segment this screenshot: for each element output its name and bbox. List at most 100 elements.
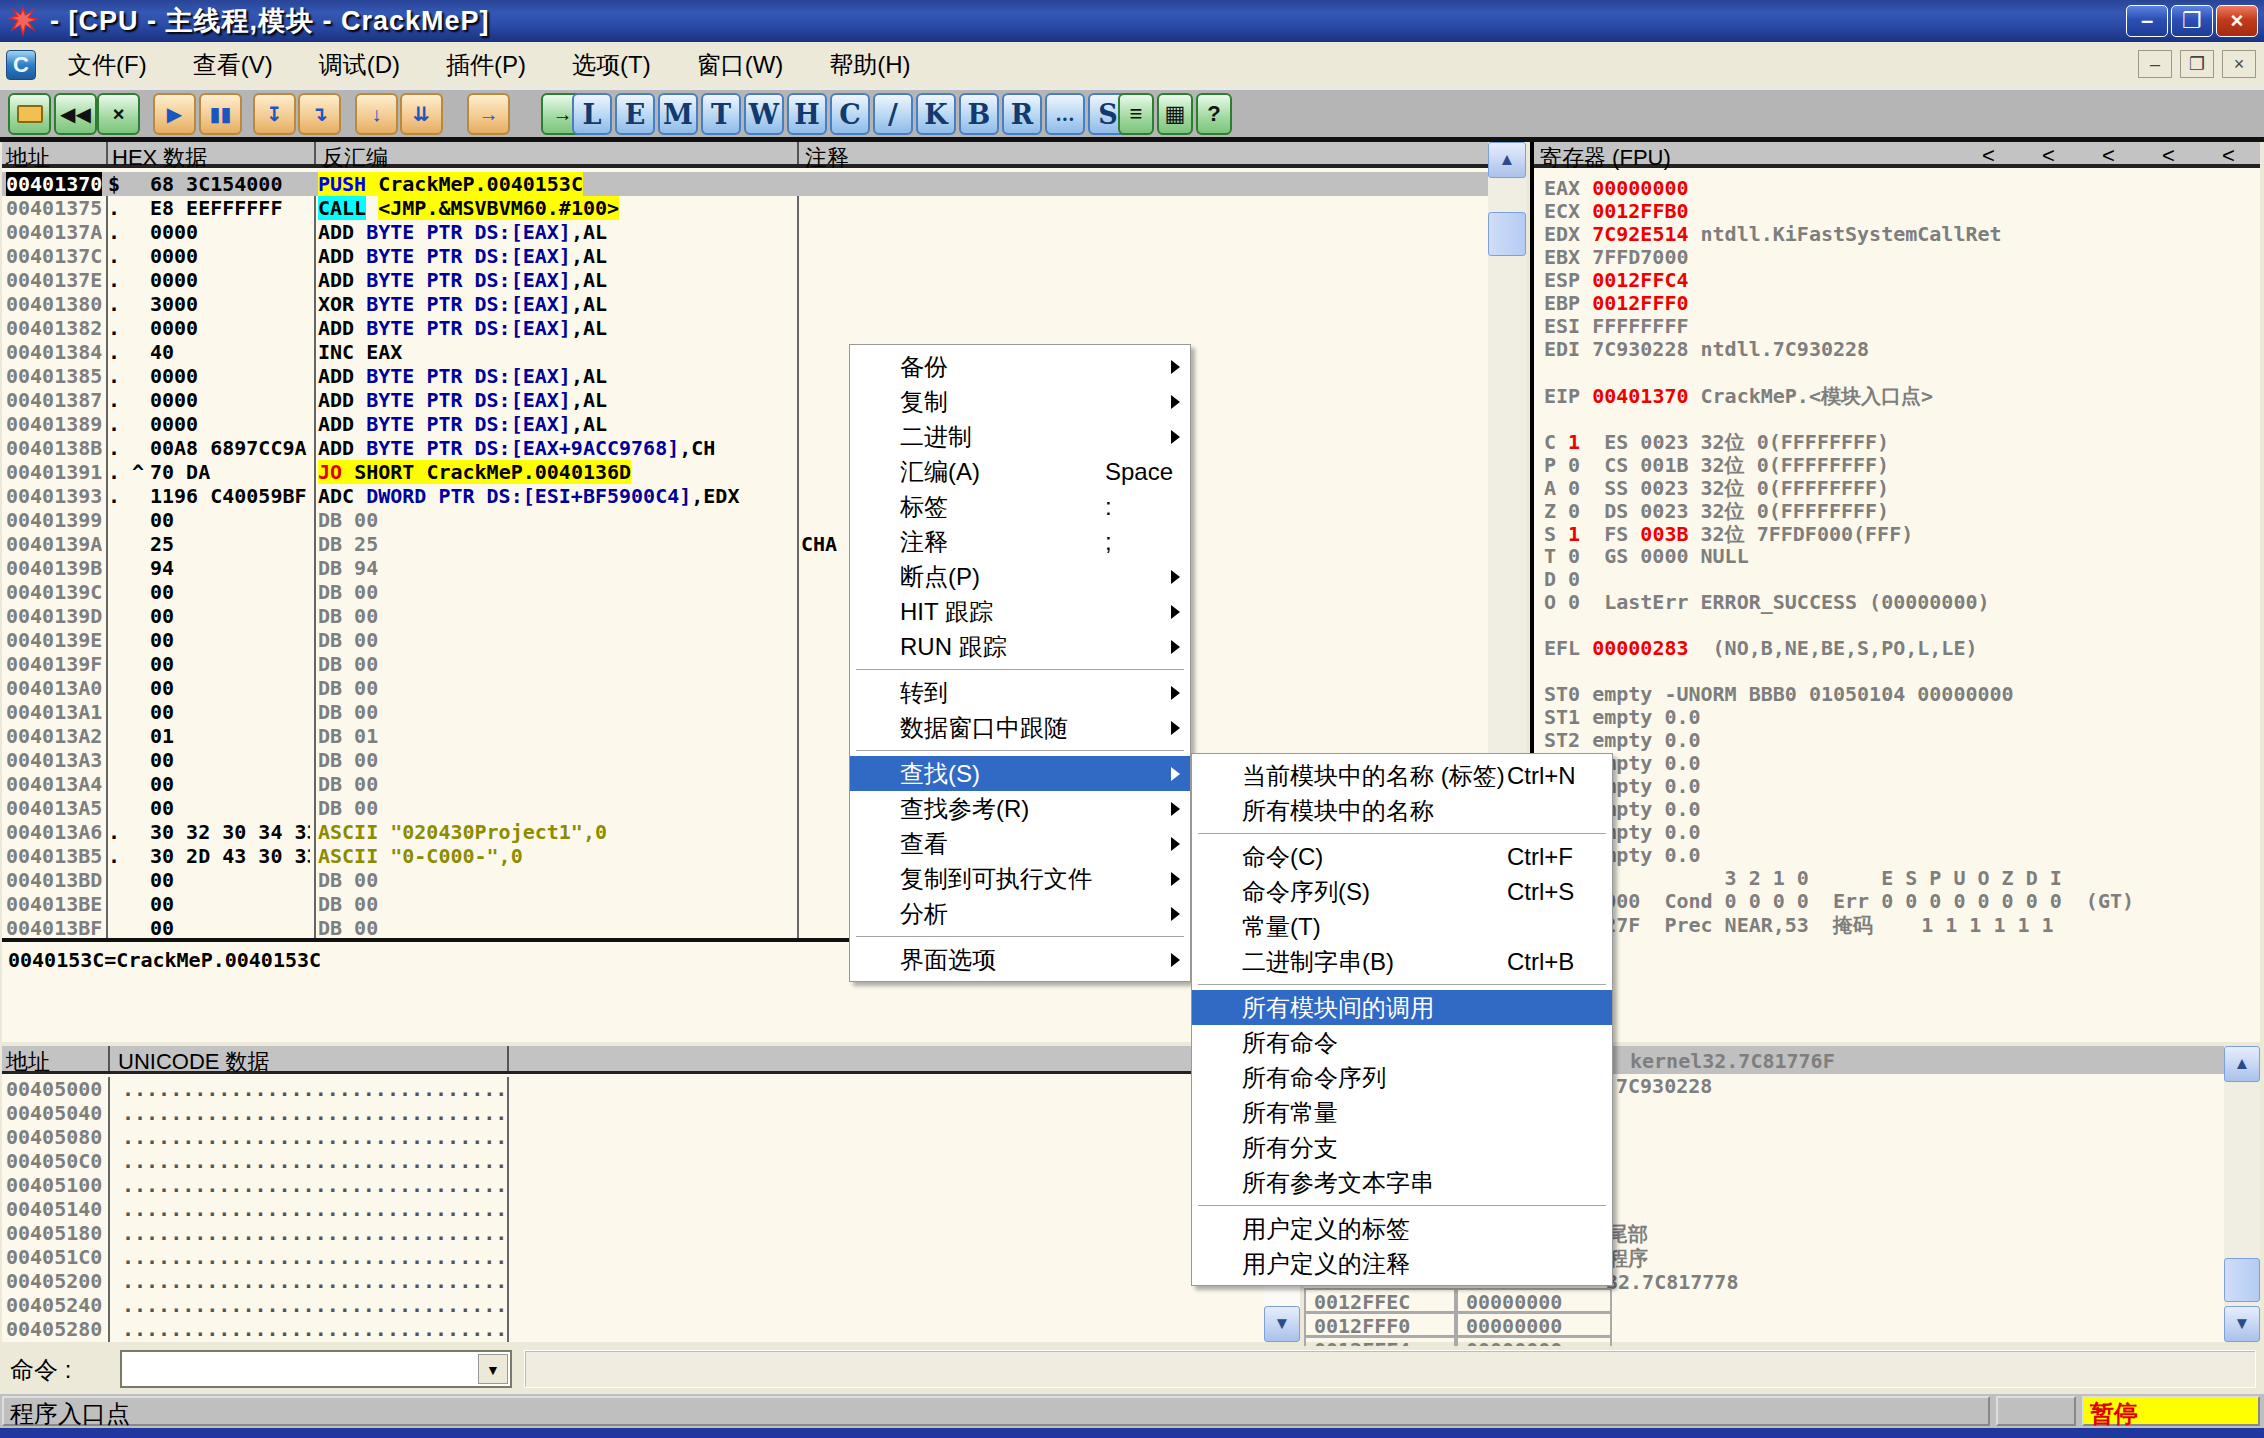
disasm-row[interactable]: 00401389.0000ADD BYTE PTR DS:[EAX],AL (2, 412, 1488, 436)
find-submenu-item-4[interactable]: 命令序列(S)Ctrl+S (1192, 874, 1612, 909)
dump-row[interactable]: 00405240................................ (2, 1293, 1300, 1317)
menu-item-1[interactable]: 查看(V) (179, 49, 287, 81)
toolbar-letter-B[interactable]: B (959, 93, 999, 135)
disasm-row[interactable]: 0040139D00DB 00 (2, 604, 1488, 628)
context-menu-item-3[interactable]: 汇编(A)Space (850, 454, 1190, 489)
find-submenu-item-1[interactable]: 所有模块中的名称 (1192, 793, 1612, 828)
toolbar-letter-M[interactable]: M (658, 93, 698, 135)
dump-row[interactable]: 00405040................................ (2, 1101, 1300, 1125)
collapse-mark[interactable]: < (1982, 143, 1995, 169)
disasm-row[interactable]: 004013A000DB 00 (2, 676, 1488, 700)
maximize-button[interactable]: ❐ (2171, 5, 2213, 37)
context-menu-item-1[interactable]: 复制 (850, 384, 1190, 419)
toolbar-right-1[interactable]: ▦ (1157, 93, 1193, 135)
dump-row[interactable]: 00405000................................ (2, 1077, 1300, 1101)
context-menu-item-13[interactable]: 查找(S) (850, 756, 1190, 791)
menu-item-2[interactable]: 调试(D) (305, 49, 414, 81)
collapse-mark[interactable]: < (2162, 143, 2175, 169)
find-submenu-item-10[interactable]: 所有命令序列 (1192, 1060, 1612, 1095)
find-submenu-item-13[interactable]: 所有参考文本字串 (1192, 1165, 1612, 1200)
menu-item-4[interactable]: 选项(T) (558, 49, 665, 81)
disasm-row[interactable]: 00401380.3000XOR BYTE PTR DS:[EAX],AL (2, 292, 1488, 316)
disasm-row[interactable]: 0040139F00DB 00 (2, 652, 1488, 676)
collapse-mark[interactable]: < (2042, 143, 2055, 169)
find-submenu-item-15[interactable]: 用户定义的标签 (1192, 1211, 1612, 1246)
find-submenu-item-16[interactable]: 用户定义的注释 (1192, 1246, 1612, 1281)
toolbar-letter-...[interactable]: ... (1045, 93, 1085, 135)
scroll-down-button[interactable]: ▼ (2224, 1306, 2260, 1342)
context-menu-item-17[interactable]: 分析 (850, 896, 1190, 931)
context-menu-item-10[interactable]: 转到 (850, 675, 1190, 710)
disasm-row[interactable]: 0040139900DB 00 (2, 508, 1488, 532)
find-submenu-item-9[interactable]: 所有命令 (1192, 1025, 1612, 1060)
disasm-row[interactable]: 00401393.1196 C40059BFADC DWORD PTR DS:[… (2, 484, 1488, 508)
find-submenu-item-6[interactable]: 二进制字串(B)Ctrl+B (1192, 944, 1612, 979)
find-submenu-item-12[interactable]: 所有分支 (1192, 1130, 1612, 1165)
toolbar-button-2[interactable]: × (97, 93, 140, 135)
mdi-restore-button[interactable]: ❐ (2180, 50, 2214, 78)
dump-row[interactable]: 004050C0................................ (2, 1149, 1300, 1173)
find-submenu-item-3[interactable]: 命令(C)Ctrl+F (1192, 839, 1612, 874)
context-menu-item-14[interactable]: 查找参考(R) (850, 791, 1190, 826)
disasm-row[interactable]: 00401375.E8 EEFFFFFFCALL <JMP.&MSVBVM60.… (2, 196, 1488, 220)
toolbar-letter-H[interactable]: H (787, 93, 827, 135)
toolbar-letter-L[interactable]: L (572, 93, 612, 135)
disasm-row[interactable]: 0040139A25DB 25CHA (2, 532, 1488, 556)
find-submenu-item-11[interactable]: 所有常量 (1192, 1095, 1612, 1130)
toolbar-right-2[interactable]: ? (1196, 93, 1232, 135)
command-dropdown-button[interactable]: ▼ (478, 1354, 508, 1384)
scroll-down-button[interactable]: ▼ (1264, 1306, 1300, 1342)
disasm-row[interactable]: 0040139E00DB 00 (2, 628, 1488, 652)
stack-scrollbar[interactable]: ▲▼ (2224, 1046, 2260, 1342)
dump-row[interactable]: 00405140................................ (2, 1197, 1300, 1221)
disasm-row[interactable]: 004013A100DB 00 (2, 700, 1488, 724)
dump-row[interactable]: 00405180................................ (2, 1221, 1300, 1245)
toolbar-letter-T[interactable]: T (701, 93, 741, 135)
toolbar-letter-E[interactable]: E (615, 93, 655, 135)
dump-row[interactable]: 004051C0................................ (2, 1245, 1300, 1269)
find-submenu-item-0[interactable]: 当前模块中的名称 (标签)Ctrl+N (1192, 758, 1612, 793)
dump-row[interactable]: 00405080................................ (2, 1125, 1300, 1149)
scroll-up-button[interactable]: ▲ (1488, 142, 1526, 178)
toolbar-letter-K[interactable]: K (916, 93, 956, 135)
toolbar-button-5[interactable]: ↧ (253, 93, 296, 135)
find-submenu-item-5[interactable]: 常量(T) (1192, 909, 1612, 944)
disasm-row[interactable]: 0040138B.00A8 6897CC9AADD BYTE PTR DS:[E… (2, 436, 1488, 460)
toolbar-letter-R[interactable]: R (1002, 93, 1042, 135)
context-menu-item-11[interactable]: 数据窗口中跟随 (850, 710, 1190, 745)
context-menu-item-16[interactable]: 复制到可执行文件 (850, 861, 1190, 896)
command-input[interactable]: ▼ (120, 1350, 512, 1388)
toolbar-button-4[interactable]: ▮▮ (199, 93, 242, 135)
dump-body[interactable]: 00405000................................… (2, 1077, 1300, 1342)
context-menu-item-2[interactable]: 二进制 (850, 419, 1190, 454)
toolbar-button-0[interactable] (8, 93, 51, 135)
toolbar-right-0[interactable]: ≡ (1118, 93, 1154, 135)
toolbar-button-7[interactable]: ↓ (355, 93, 398, 135)
disasm-row[interactable]: 00401391. ^70 DAJO SHORT CrackMeP.004013… (2, 460, 1488, 484)
menu-item-6[interactable]: 帮助(H) (815, 49, 924, 81)
context-menu-item-8[interactable]: RUN 跟踪 (850, 629, 1190, 664)
toolbar-button-1[interactable]: ◀◀ (54, 93, 97, 135)
mdi-close-button[interactable]: × (2222, 50, 2256, 78)
cpu-window-icon[interactable]: C (6, 50, 36, 80)
collapse-mark[interactable]: < (2222, 143, 2235, 169)
disasm-row[interactable]: 00401382.0000ADD BYTE PTR DS:[EAX],AL (2, 316, 1488, 340)
toolbar-button-9[interactable]: → (467, 93, 510, 135)
minimize-button[interactable]: – (2126, 5, 2168, 37)
registers-pane[interactable]: 寄存器 (FPU)<<<<<EAX 00000000ECX 0012FFB0ED… (1530, 142, 2260, 1042)
toolbar-button-6[interactable]: ↴ (298, 93, 341, 135)
disasm-row[interactable]: 00401384.40INC EAX (2, 340, 1488, 364)
disasm-row[interactable]: 00401385.0000ADD BYTE PTR DS:[EAX],AL (2, 364, 1488, 388)
dump-row[interactable]: 00405280................................ (2, 1317, 1300, 1341)
disasm-row[interactable]: 0040137C.0000ADD BYTE PTR DS:[EAX],AL (2, 244, 1488, 268)
mdi-minimize-button[interactable]: – (2138, 50, 2172, 78)
dump-row[interactable]: 00405100................................ (2, 1173, 1300, 1197)
disasm-row[interactable]: 0040137A.0000ADD BYTE PTR DS:[EAX],AL (2, 220, 1488, 244)
menu-item-0[interactable]: 文件(F) (54, 49, 161, 81)
dump-pane[interactable]: 地址UNICODE 数据00405000....................… (2, 1046, 1300, 1342)
menu-item-5[interactable]: 窗口(W) (683, 49, 798, 81)
context-menu-item-0[interactable]: 备份 (850, 349, 1190, 384)
scroll-thumb[interactable] (1488, 212, 1526, 256)
close-button[interactable]: × (2216, 5, 2258, 37)
context-menu-item-15[interactable]: 查看 (850, 826, 1190, 861)
